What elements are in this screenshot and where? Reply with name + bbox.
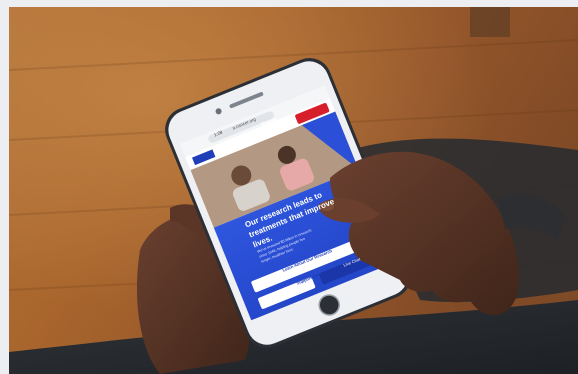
photo — [0, 0, 578, 374]
